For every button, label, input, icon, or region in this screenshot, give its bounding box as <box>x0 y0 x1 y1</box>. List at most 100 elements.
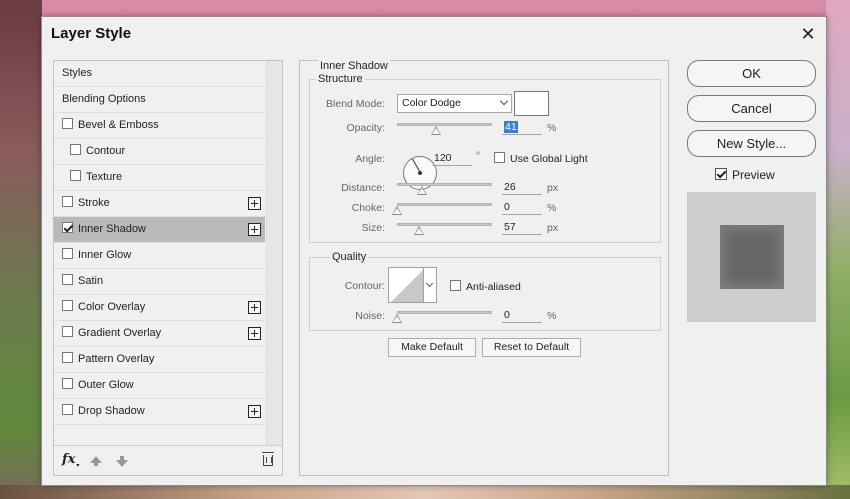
preview-checkbox[interactable] <box>715 168 727 180</box>
section-title: Inner Shadow <box>318 60 390 72</box>
add-effect-icon[interactable] <box>248 223 261 236</box>
style-item[interactable]: Contour <box>54 139 265 165</box>
use-global-light-option[interactable]: Use Global Light <box>494 152 588 165</box>
add-effect-icon[interactable] <box>248 405 261 418</box>
add-effect-icon[interactable] <box>248 327 261 340</box>
move-up-icon[interactable] <box>90 456 102 466</box>
contour-dropdown-button[interactable] <box>424 267 437 303</box>
style-checkbox[interactable] <box>70 144 81 155</box>
add-effect-icon[interactable] <box>248 301 261 314</box>
style-checkbox[interactable] <box>62 404 73 415</box>
preview-option[interactable]: Preview <box>715 168 775 182</box>
cancel-button[interactable]: Cancel <box>687 95 816 122</box>
background-right <box>826 0 850 499</box>
distance-slider-thumb[interactable] <box>416 186 427 196</box>
opacity-label: Opacity: <box>346 122 385 134</box>
use-global-light-label: Use Global Light <box>510 153 588 165</box>
style-checkbox[interactable] <box>62 118 73 129</box>
contour-label: Contour: <box>344 280 385 292</box>
opacity-slider-thumb[interactable] <box>430 126 441 136</box>
style-checkbox[interactable] <box>70 170 81 181</box>
style-item-label: Bevel & Emboss <box>78 119 159 131</box>
style-checkbox[interactable] <box>62 326 73 337</box>
anti-aliased-label: Anti-aliased <box>466 281 521 293</box>
close-icon: ✕ <box>800 24 816 44</box>
choke-label: Choke: <box>351 202 385 214</box>
style-checkbox[interactable] <box>62 274 73 285</box>
shadow-color-swatch[interactable] <box>514 91 549 116</box>
chevron-down-icon <box>425 279 434 288</box>
make-default-button[interactable]: Make Default <box>388 338 476 357</box>
angle-unit: ° <box>476 150 481 162</box>
choke-slider[interactable] <box>397 203 492 206</box>
blend-mode-value: Color Dodge <box>402 97 461 109</box>
distance-input[interactable]: 26 <box>502 181 542 195</box>
choke-unit: % <box>547 202 557 214</box>
anti-aliased-option[interactable]: Anti-aliased <box>450 280 521 293</box>
add-effect-icon[interactable] <box>248 197 261 210</box>
noise-input[interactable]: 0 <box>502 309 542 323</box>
style-checkbox[interactable] <box>62 222 73 233</box>
inner-shadow-panel: Inner Shadow Structure Blend Mode: Color… <box>299 60 669 476</box>
trash-icon[interactable] <box>262 452 274 466</box>
style-item[interactable]: Styles <box>54 61 265 87</box>
fx-menu-button[interactable]: fx <box>62 452 79 469</box>
opacity-unit: % <box>547 122 557 134</box>
style-checkbox[interactable] <box>62 196 73 207</box>
styles-panel-footer: fx <box>54 445 282 475</box>
blend-mode-label: Blend Mode: <box>326 98 385 110</box>
ok-button[interactable]: OK <box>687 60 816 87</box>
opacity-slider[interactable] <box>397 123 492 126</box>
noise-slider[interactable] <box>397 311 492 314</box>
style-item[interactable]: Drop Shadow <box>54 399 265 425</box>
title-bar[interactable]: Layer Style ✕ <box>42 17 826 51</box>
anti-aliased-checkbox[interactable] <box>450 280 461 291</box>
noise-slider-thumb[interactable] <box>392 314 402 324</box>
use-global-light-checkbox[interactable] <box>494 152 505 163</box>
new-style-button[interactable]: New Style... <box>687 130 816 157</box>
style-checkbox[interactable] <box>62 300 73 311</box>
style-item[interactable]: Texture <box>54 165 265 191</box>
distance-slider[interactable] <box>397 183 492 186</box>
style-item-label: Color Overlay <box>78 301 146 313</box>
opacity-input[interactable]: 41 <box>502 121 542 135</box>
style-item[interactable]: Blending Options <box>54 87 265 113</box>
angle-input[interactable]: 120 <box>432 152 472 166</box>
distance-label: Distance: <box>341 182 385 194</box>
style-item[interactable]: Outer Glow <box>54 373 265 399</box>
noise-label: Noise: <box>355 310 385 322</box>
choke-slider-thumb[interactable] <box>392 206 402 216</box>
style-checkbox[interactable] <box>62 248 73 259</box>
reset-to-default-button[interactable]: Reset to Default <box>482 338 581 357</box>
style-item-label: Styles <box>62 67 92 79</box>
contour-preview[interactable] <box>388 267 424 303</box>
style-checkbox[interactable] <box>62 352 73 363</box>
style-item[interactable]: Inner Glow <box>54 243 265 269</box>
size-label: Size: <box>361 222 385 234</box>
style-item[interactable]: Stroke <box>54 191 265 217</box>
structure-title: Structure <box>316 73 365 85</box>
style-item[interactable]: Bevel & Emboss <box>54 113 265 139</box>
angle-center-dot <box>418 171 422 175</box>
styles-scrollbar[interactable] <box>266 61 282 445</box>
style-item-label: Drop Shadow <box>78 405 145 417</box>
blend-mode-select[interactable]: Color Dodge <box>397 94 512 113</box>
style-item[interactable]: Satin <box>54 269 265 295</box>
style-checkbox[interactable] <box>62 378 73 389</box>
style-item[interactable]: Inner Shadow <box>54 217 265 243</box>
size-input[interactable]: 57 <box>502 221 542 235</box>
style-item[interactable]: Gradient Overlay <box>54 321 265 347</box>
style-item-label: Texture <box>86 171 123 183</box>
style-item-label: Inner Shadow <box>78 223 146 235</box>
distance-unit: px <box>547 182 559 194</box>
move-down-icon[interactable] <box>116 456 128 467</box>
style-item[interactable]: Color Overlay <box>54 295 265 321</box>
style-item-label: Inner Glow <box>78 249 132 261</box>
noise-unit: % <box>547 310 557 322</box>
background-left <box>0 0 42 499</box>
close-button[interactable]: ✕ <box>798 24 818 44</box>
choke-input[interactable]: 0 <box>502 201 542 215</box>
style-item[interactable]: Pattern Overlay <box>54 347 265 373</box>
size-slider[interactable] <box>397 223 492 226</box>
size-slider-thumb[interactable] <box>413 226 424 236</box>
